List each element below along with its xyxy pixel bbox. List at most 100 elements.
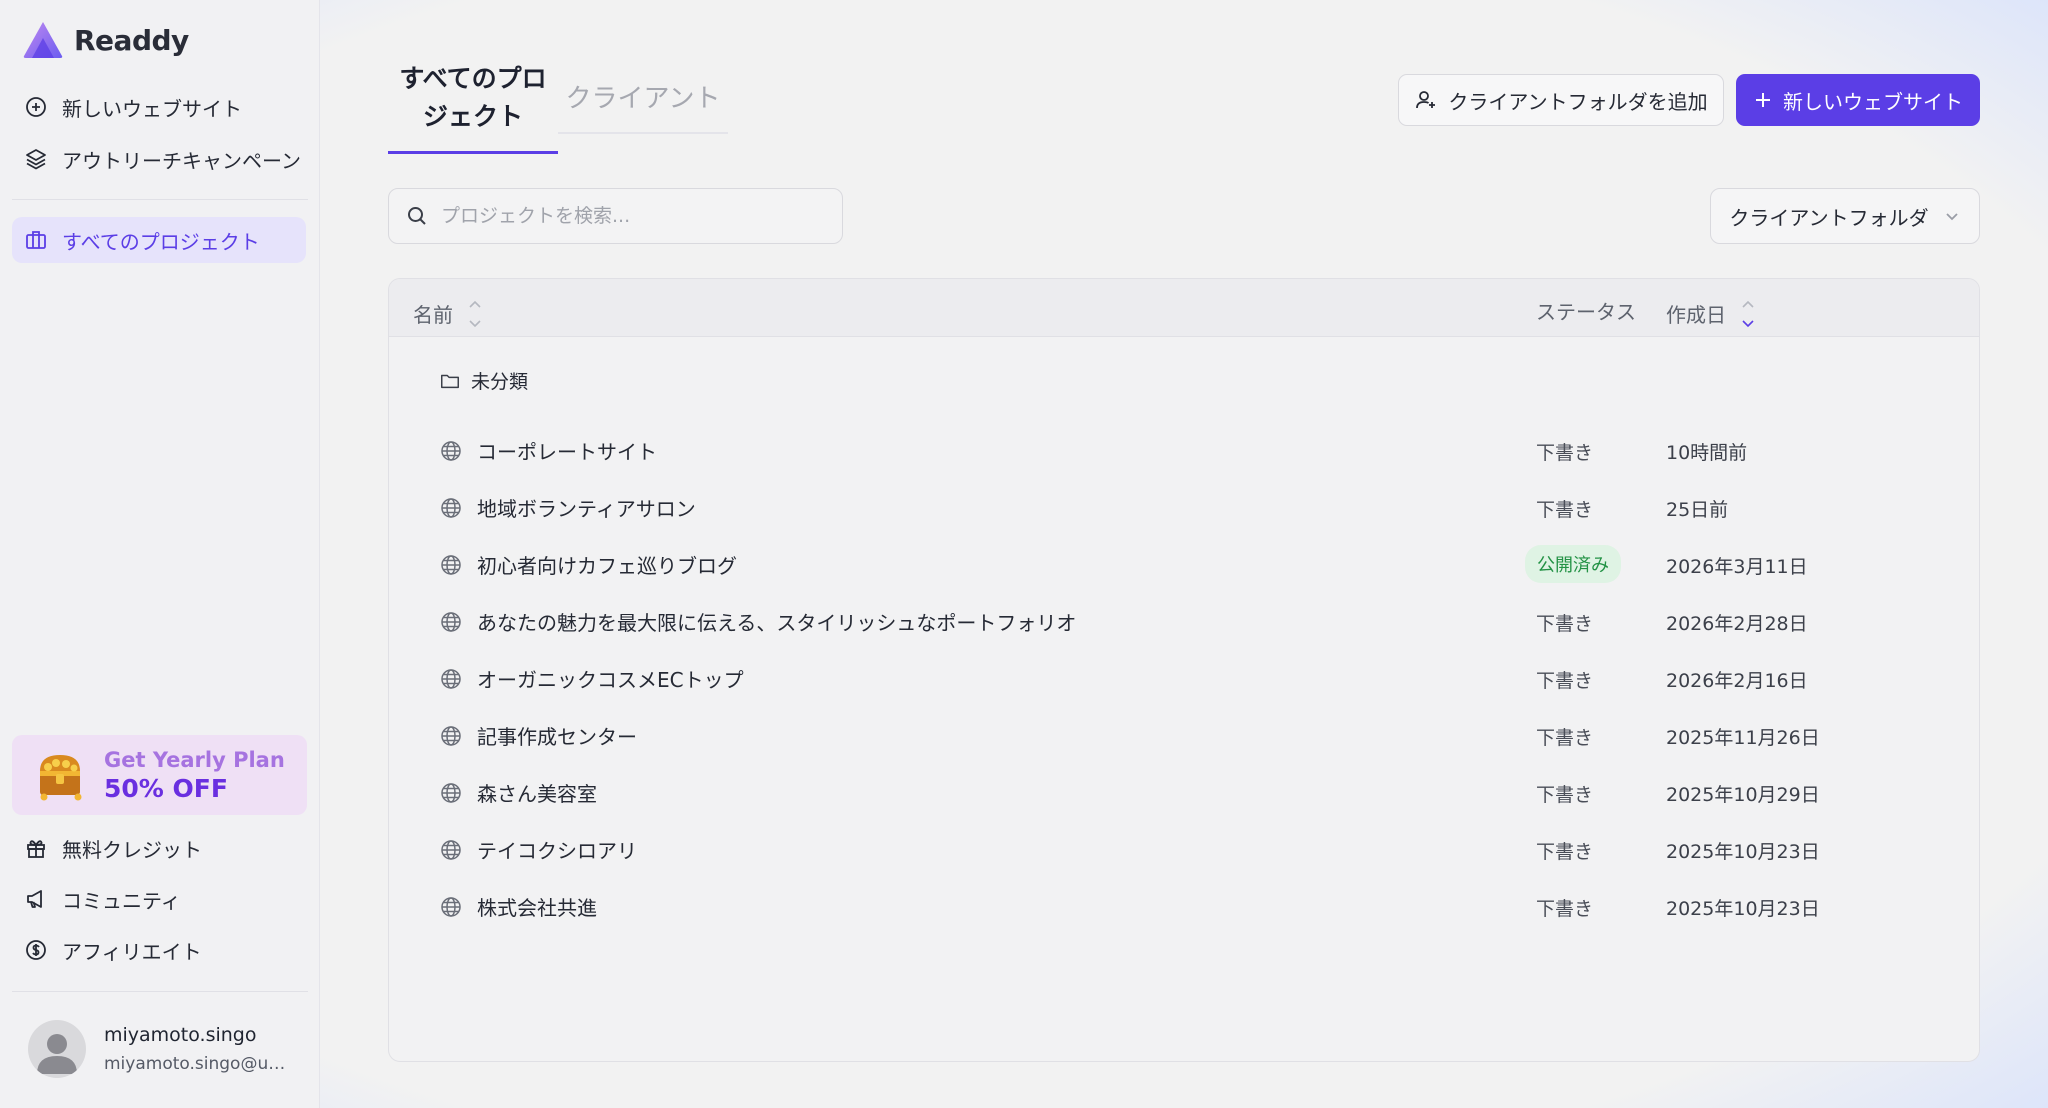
status-badge: 下書き	[1536, 784, 1594, 806]
globe-icon	[441, 440, 461, 461]
add-client-folder-button[interactable]: クライアントフォルダを追加	[1398, 74, 1724, 126]
sidebar: Readdy 新しいウェブサイト アウトリーチキャンペーン すべてのプロジェクト…	[0, 0, 320, 1108]
table-row[interactable]: 森さん美容室 下書き 2025年10月29日	[389, 764, 1979, 821]
sidebar-item-community[interactable]: コミュニティ	[12, 876, 306, 922]
folder-group-uncategorized[interactable]: 未分類	[439, 367, 528, 394]
briefcase-icon	[26, 231, 46, 249]
project-name: 記事作成センター	[477, 725, 637, 749]
user-avatar-icon	[37, 1034, 77, 1074]
sidebar-item-label: コミュニティ	[62, 888, 181, 913]
readdy-logo-icon	[23, 22, 63, 58]
column-header-name[interactable]: 名前	[413, 296, 483, 330]
created-date: 2025年11月26日	[1666, 727, 1820, 749]
search-input[interactable]	[441, 205, 821, 227]
folder-group-label: 未分類	[471, 371, 529, 393]
tab-all-projects[interactable]: すべてのプロジェクト	[388, 60, 558, 154]
table-row[interactable]: あなたの魅力を最大限に伝える、スタイリッシュなポートフォリオ 下書き 2026年…	[389, 593, 1979, 650]
app-logo[interactable]: Readdy	[22, 20, 189, 60]
sidebar-divider	[12, 991, 308, 992]
megaphone-icon	[27, 890, 42, 908]
project-name-cell: コーポレートサイト	[439, 436, 657, 465]
sort-desc-icon	[1742, 300, 1754, 328]
globe-icon	[441, 611, 461, 632]
globe-icon	[441, 896, 461, 917]
new-website-button[interactable]: 新しいウェブサイト	[1736, 74, 1980, 126]
treasure-chest-icon	[40, 755, 82, 801]
table-header: 名前 ステータス 作成日	[389, 279, 1979, 337]
project-name-cell: 地域ボランティアサロン	[439, 493, 696, 522]
project-search[interactable]	[388, 188, 843, 244]
created-date: 2026年2月28日	[1666, 613, 1808, 635]
tab-label: すべてのプロジェクト	[399, 64, 547, 131]
column-label: 作成日	[1666, 302, 1726, 327]
status-badge: 下書き	[1536, 613, 1594, 635]
project-name-cell: 森さん美容室	[439, 778, 597, 807]
table-row[interactable]: 地域ボランティアサロン 下書き 25日前	[389, 479, 1979, 536]
sidebar-divider	[12, 199, 308, 200]
table-row[interactable]: 記事作成センター 下書き 2025年11月26日	[389, 707, 1979, 764]
sidebar-item-free-credits[interactable]: 無料クレジット	[12, 825, 306, 871]
status-badge: 下書き	[1536, 670, 1594, 692]
project-name-cell: テイコクシロアリ	[439, 835, 637, 864]
user-email: miyamoto.singo@unit...	[104, 1054, 294, 1074]
app-name: Readdy	[74, 23, 189, 57]
project-name-cell: 記事作成センター	[439, 721, 637, 750]
project-name: テイコクシロアリ	[477, 839, 637, 863]
globe-icon	[441, 725, 461, 746]
project-name: 森さん美容室	[477, 782, 597, 806]
table-row[interactable]: コーポレートサイト 下書き 10時間前	[389, 422, 1979, 479]
created-date: 2025年10月23日	[1666, 898, 1820, 920]
globe-icon	[441, 497, 461, 518]
status-badge: 下書き	[1536, 898, 1594, 920]
project-name: 初心者向けカフェ巡りブログ	[477, 554, 737, 578]
layers-icon	[26, 149, 46, 170]
globe-icon	[441, 839, 461, 860]
created-date: 2025年10月29日	[1666, 784, 1820, 806]
project-name: オーガニックコスメECトップ	[477, 668, 744, 692]
sidebar-item-affiliate[interactable]: アフィリエイト	[12, 927, 306, 973]
table-row[interactable]: テイコクシロアリ 下書き 2025年10月23日	[389, 821, 1979, 878]
status-badge: 下書き	[1536, 727, 1594, 749]
project-name: 地域ボランティアサロン	[477, 497, 696, 521]
sidebar-item-label: アフィリエイト	[62, 939, 202, 964]
dollar-circle-icon	[26, 940, 46, 960]
sidebar-item-all-projects[interactable]: すべてのプロジェクト	[12, 217, 306, 263]
gift-icon	[27, 840, 45, 858]
plus-icon	[1756, 93, 1770, 107]
project-name-cell: 初心者向けカフェ巡りブログ	[439, 550, 737, 579]
project-name-cell: あなたの魅力を最大限に伝える、スタイリッシュなポートフォリオ	[439, 607, 1076, 636]
column-label: 名前	[413, 302, 453, 327]
tab-clients[interactable]: クライアント	[558, 78, 728, 134]
globe-icon	[441, 782, 461, 803]
promo-title: Get Yearly Plan	[104, 748, 285, 772]
status-badge: 公開済み	[1525, 545, 1621, 583]
add-client-folder-label: クライアントフォルダを追加	[1448, 89, 1708, 114]
avatar	[28, 1020, 86, 1078]
new-website-label: 新しいウェブサイト	[1783, 89, 1963, 114]
table-row[interactable]: オーガニックコスメECトップ 下書き 2026年2月16日	[389, 650, 1979, 707]
user-profile[interactable]: miyamoto.singo miyamoto.singo@unit...	[28, 1020, 294, 1078]
column-label: ステータス	[1536, 300, 1636, 324]
search-icon	[408, 207, 426, 225]
project-name-cell: オーガニックコスメECトップ	[439, 664, 744, 693]
client-folder-filter[interactable]: クライアントフォルダ	[1710, 188, 1980, 244]
project-name: 株式会社共進	[477, 896, 597, 920]
project-name-cell: 株式会社共進	[439, 892, 597, 921]
sidebar-item-label: すべてのプロジェクト	[62, 229, 260, 254]
user-name: miyamoto.singo	[104, 1024, 257, 1046]
sidebar-item-label: 無料クレジット	[62, 837, 202, 862]
sidebar-item-new-website[interactable]: 新しいウェブサイト	[12, 84, 306, 130]
table-row[interactable]: 初心者向けカフェ巡りブログ 公開済み 2026年3月11日	[389, 536, 1979, 593]
filter-label: クライアントフォルダ	[1729, 205, 1929, 230]
yearly-plan-promo[interactable]: Get Yearly Plan 50% OFF	[12, 735, 307, 815]
globe-icon	[441, 554, 461, 575]
plus-circle-icon	[26, 97, 46, 117]
status-badge: 下書き	[1536, 841, 1594, 863]
promo-discount: 50% OFF	[104, 774, 228, 803]
add-user-icon	[1416, 91, 1436, 109]
column-header-created[interactable]: 作成日	[1666, 296, 1756, 330]
table-row[interactable]: 株式会社共進 下書き 2025年10月23日	[389, 878, 1979, 935]
sidebar-item-outreach[interactable]: アウトリーチキャンペーン	[12, 136, 306, 182]
status-badge: 下書き	[1536, 499, 1594, 521]
created-date: 10時間前	[1666, 442, 1748, 464]
